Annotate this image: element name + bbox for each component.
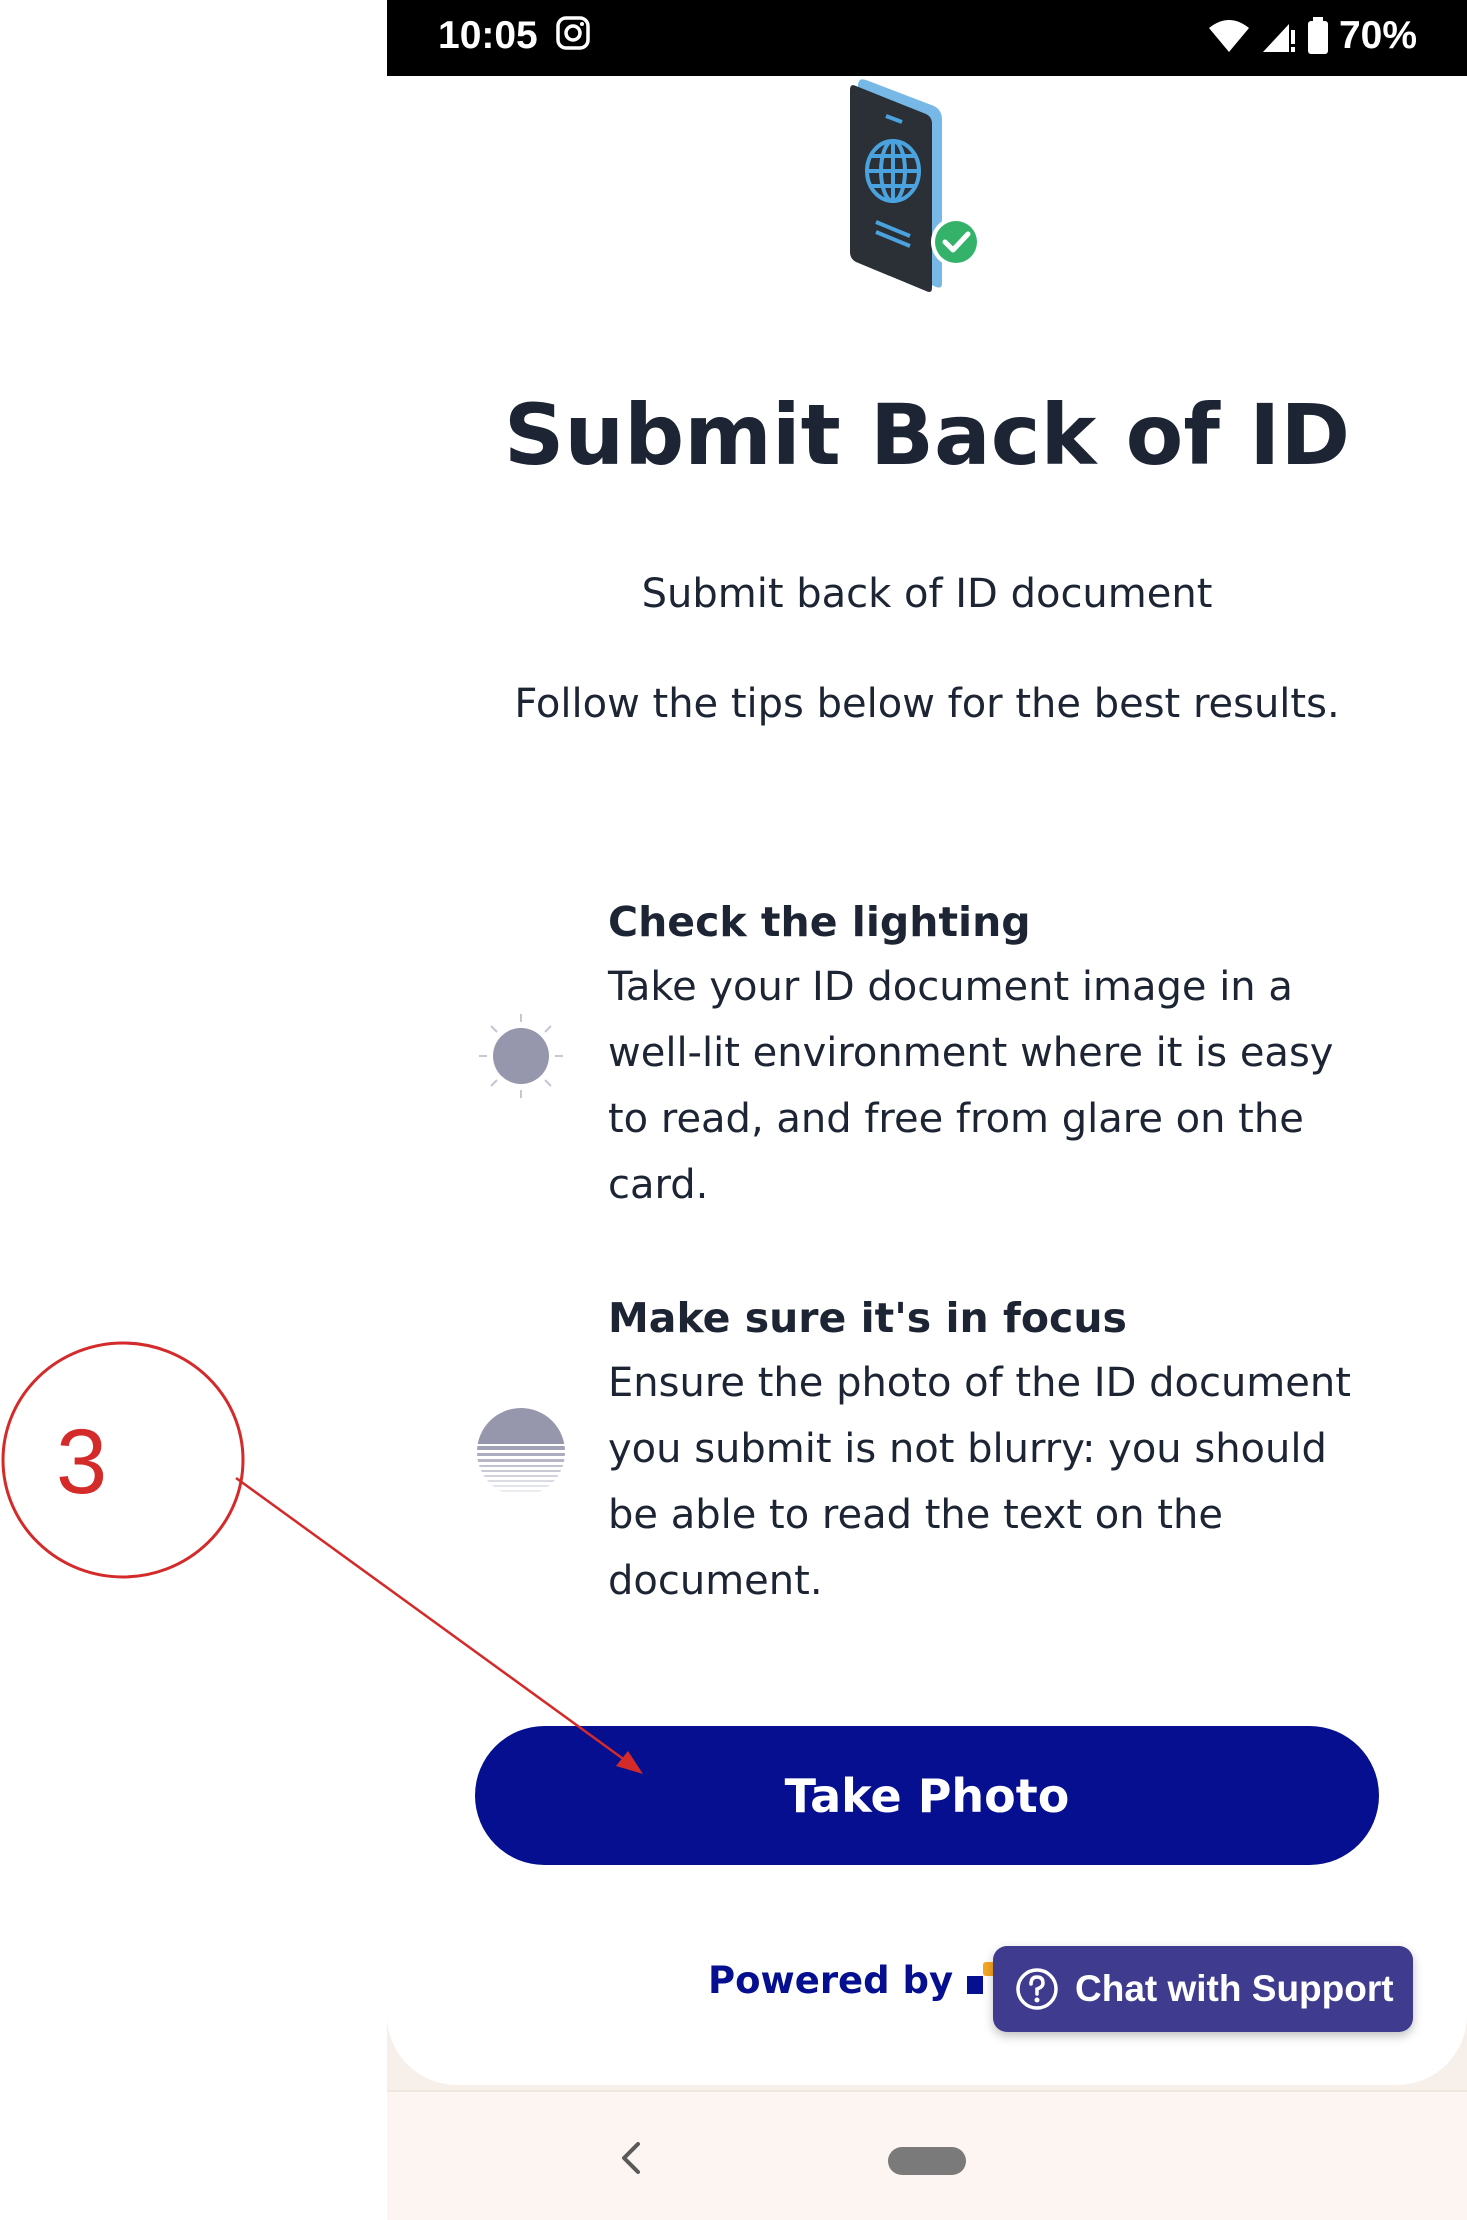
annotation-circle xyxy=(1,1341,245,1579)
powered-by-text: Powered by xyxy=(708,1958,954,2002)
tip-body-line: Take your ID document image in a xyxy=(608,964,1293,1010)
tip-body-line: card. xyxy=(608,1162,709,1208)
tip-body-line: document. xyxy=(608,1558,823,1604)
take-photo-button[interactable]: Take Photo xyxy=(475,1726,1379,1865)
help-icon xyxy=(1016,1968,1058,2010)
back-icon[interactable] xyxy=(612,2136,652,2180)
page-subtitle: Submit back of ID document xyxy=(641,571,1213,617)
blur-icon xyxy=(477,1408,565,1492)
page-title: Submit Back of ID xyxy=(503,386,1351,484)
powered-by: Powered by xyxy=(708,1955,1007,2005)
annotation-number: 3 xyxy=(56,1411,108,1513)
tip-lighting-text: Check the lighting Take your ID document… xyxy=(608,890,1408,1218)
navigation-bar xyxy=(387,2090,1467,2220)
passport-check-icon xyxy=(850,79,981,292)
chat-label: Chat with Support xyxy=(1075,1968,1394,2009)
tip-body-line: to read, and free from glare on the xyxy=(608,1096,1304,1142)
phone-screen: 10:05 70% Submit Back of ID Submit back … xyxy=(387,0,1467,2220)
battery-icon xyxy=(1307,17,1328,54)
tip-heading: Check the lighting xyxy=(608,898,1031,946)
sun-icon xyxy=(479,1014,563,1098)
signal-icon xyxy=(1262,24,1295,52)
instagram-icon xyxy=(556,16,590,50)
tip-body-line: Ensure the photo of the ID document xyxy=(608,1360,1351,1406)
wifi-icon xyxy=(1208,20,1249,52)
tip-body-line: you submit is not blurry: you should xyxy=(608,1426,1327,1472)
intro-text: Follow the tips below for the best resul… xyxy=(514,681,1340,727)
battery-percentage: 70% xyxy=(1338,14,1417,57)
home-pill[interactable] xyxy=(888,2147,966,2175)
tip-body: Take your ID document image in a well-li… xyxy=(608,954,1408,1218)
tip-body: Ensure the photo of the ID document you … xyxy=(608,1350,1408,1614)
tip-body-line: be able to read the text on the xyxy=(608,1492,1223,1538)
chat-with-support-button[interactable]: Chat with Support xyxy=(993,1946,1413,2032)
tip-focus-text: Make sure it's in focus Ensure the photo… xyxy=(608,1286,1408,1614)
tip-body-line: well-lit environment where it is easy xyxy=(608,1030,1334,1076)
status-icons: 70% xyxy=(1207,8,1417,64)
status-bar: 10:05 70% xyxy=(387,0,1467,76)
tip-heading: Make sure it's in focus xyxy=(608,1294,1127,1342)
status-time: 10:05 xyxy=(438,14,538,57)
